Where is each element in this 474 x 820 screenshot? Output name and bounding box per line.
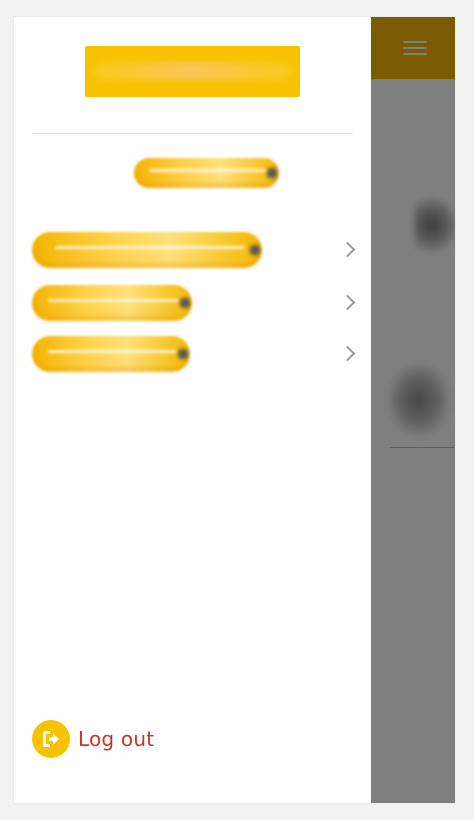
chevron-right-icon [339, 294, 356, 311]
drawer-menu-item[interactable] [32, 334, 357, 374]
logout-label: Log out [78, 727, 155, 751]
drawer-divider [32, 133, 353, 134]
logout-glyph [43, 731, 59, 747]
redacted-menu-label [32, 285, 192, 321]
navigation-drawer: Log out [14, 17, 371, 803]
redacted-user-name [134, 158, 279, 188]
redacted-menu-label [32, 336, 190, 372]
drawer-menu-item[interactable] [32, 230, 357, 270]
chevron-right-icon [339, 241, 356, 258]
logout-icon [32, 720, 70, 758]
redacted-logo [85, 46, 300, 97]
app-window: Log out [14, 17, 455, 803]
logout-button[interactable]: Log out [32, 719, 154, 759]
chevron-right-icon [339, 345, 356, 362]
drawer-menu-item[interactable] [32, 283, 357, 323]
redacted-menu-label [32, 232, 262, 268]
